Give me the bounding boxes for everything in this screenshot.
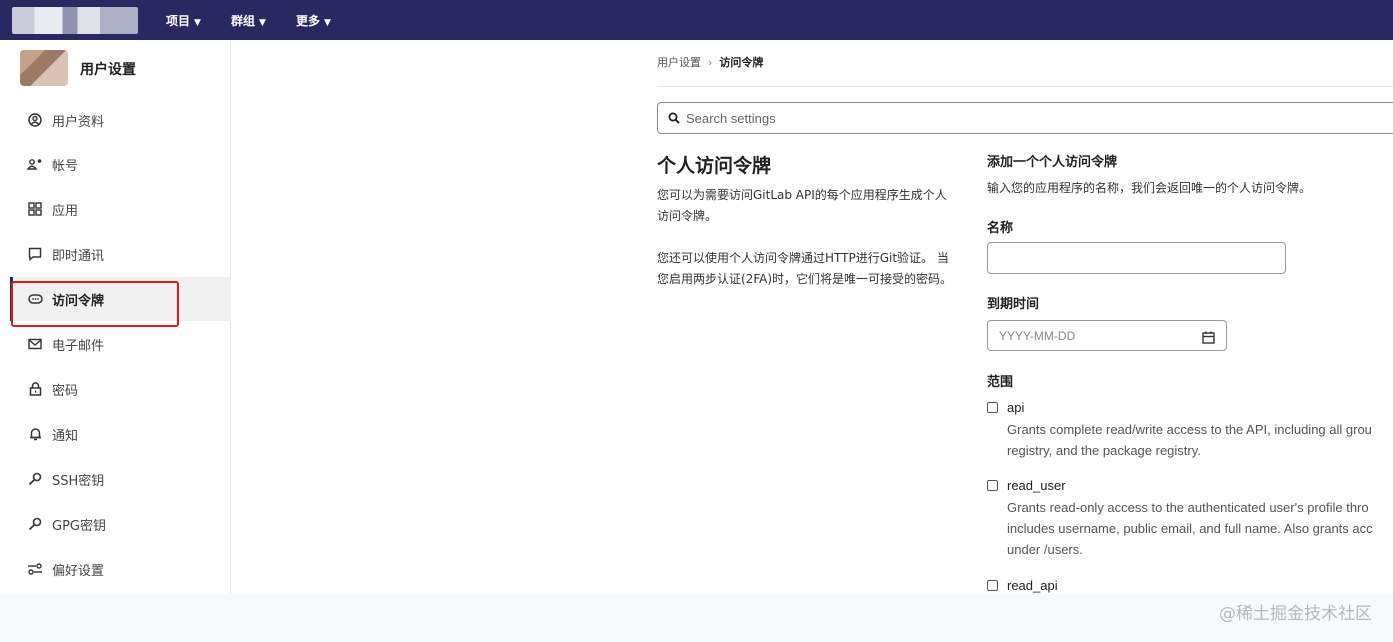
chevron-down-icon: ▼ <box>259 18 266 28</box>
lock-icon <box>27 381 43 397</box>
form-title: 添加一个个人访问令牌 <box>987 155 1118 170</box>
breadcrumb-parent[interactable]: 用户设置 <box>657 56 701 69</box>
scope-description: Grants complete read/write access to the… <box>1007 422 1372 458</box>
sidebar-item-account[interactable]: 帐号 <box>10 142 231 186</box>
scope-read-api: read_api <box>987 578 1393 593</box>
scope-read-user-checkbox[interactable] <box>987 480 998 491</box>
expiry-date-field[interactable] <box>987 320 1227 351</box>
sidebar-item-access-tokens[interactable]: 访问令牌 <box>10 277 231 321</box>
sidebar-item-ssh-keys[interactable]: SSH密钥 <box>10 457 231 501</box>
sidebar-item-notifications[interactable]: 通知 <box>10 412 231 456</box>
account-icon <box>27 156 43 172</box>
sidebar-item-applications[interactable]: 应用 <box>10 187 231 231</box>
nav-projects[interactable]: 项目 ▼ <box>166 12 201 29</box>
form-subtitle: 输入您的应用程序的名称，我们会返回唯一的个人访问令牌。 <box>987 181 1312 195</box>
scope-read-api-checkbox[interactable] <box>987 580 998 591</box>
applications-icon <box>27 201 43 217</box>
active-indicator <box>10 277 13 321</box>
sidebar-item-gpg-keys[interactable]: GPG密钥 <box>10 502 231 546</box>
scope-name: api <box>1007 400 1025 415</box>
calendar-icon[interactable] <box>1202 329 1215 348</box>
token-icon <box>27 291 43 307</box>
search-box[interactable] <box>657 102 1393 134</box>
expiry-date-input[interactable] <box>999 328 1189 343</box>
nav-more[interactable]: 更多 ▼ <box>296 12 331 29</box>
key-icon <box>27 471 43 487</box>
section-description: 您可以为需要访问GitLab API的每个应用程序生成个人访问令牌。 <box>657 188 947 223</box>
breadcrumb-separator: › <box>708 56 713 69</box>
top-navbar: 项目 ▼ 群组 ▼ 更多 ▼ <box>0 0 1393 40</box>
breadcrumb-current: 访问令牌 <box>719 56 764 69</box>
footer-area <box>0 594 1393 642</box>
scopes-label: 范围 <box>987 375 1014 390</box>
watermark: @稀土掘金技术社区 <box>1219 604 1372 624</box>
bell-icon <box>27 426 43 442</box>
search-icon <box>668 109 680 128</box>
scope-api: api Grants complete read/write access to… <box>987 400 1393 461</box>
chat-icon <box>27 246 43 262</box>
sidebar-header[interactable]: 用户设置 <box>10 40 231 96</box>
scope-api-checkbox[interactable] <box>987 402 998 413</box>
mail-icon <box>27 336 43 352</box>
avatar <box>20 50 68 86</box>
sidebar-item-chat[interactable]: 即时通讯 <box>10 232 231 276</box>
scope-name: read_api <box>1007 578 1058 593</box>
sidebar: 用户设置 用户资料 帐号 应用 即时通讯 访问令牌 电子邮件 密码 通知 SSH… <box>10 40 231 594</box>
sidebar-title: 用户设置 <box>80 62 136 78</box>
expiry-label: 到期时间 <box>987 297 1040 312</box>
sidebar-item-password[interactable]: 密码 <box>10 367 231 411</box>
divider <box>657 86 1393 87</box>
chevron-down-icon: ▼ <box>324 18 331 28</box>
search-input[interactable] <box>686 110 1286 126</box>
preferences-icon <box>27 561 43 577</box>
page-title: 个人访问令牌 <box>657 155 772 177</box>
chevron-down-icon: ▼ <box>194 18 201 28</box>
scope-read-user: read_user Grants read-only access to the… <box>987 478 1393 560</box>
token-name-input[interactable] <box>987 242 1286 274</box>
key-icon <box>27 516 43 532</box>
name-label: 名称 <box>987 221 1014 236</box>
scope-description: Grants read-only access to the authentic… <box>1007 500 1373 557</box>
user-circle-icon <box>27 112 43 128</box>
nav-groups[interactable]: 群组 ▼ <box>231 12 266 29</box>
logo[interactable] <box>12 7 138 34</box>
breadcrumb: 用户设置 › 访问令牌 <box>657 54 763 70</box>
sidebar-item-preferences[interactable]: 偏好设置 <box>10 547 231 591</box>
sidebar-item-email[interactable]: 电子邮件 <box>10 322 231 366</box>
section-description-2fa: 您还可以使用个人访问令牌通过HTTP进行Git验证。 当您启用两步认证(2FA)… <box>657 251 953 286</box>
sidebar-item-profile[interactable]: 用户资料 <box>10 98 231 142</box>
scope-name: read_user <box>1007 478 1066 493</box>
